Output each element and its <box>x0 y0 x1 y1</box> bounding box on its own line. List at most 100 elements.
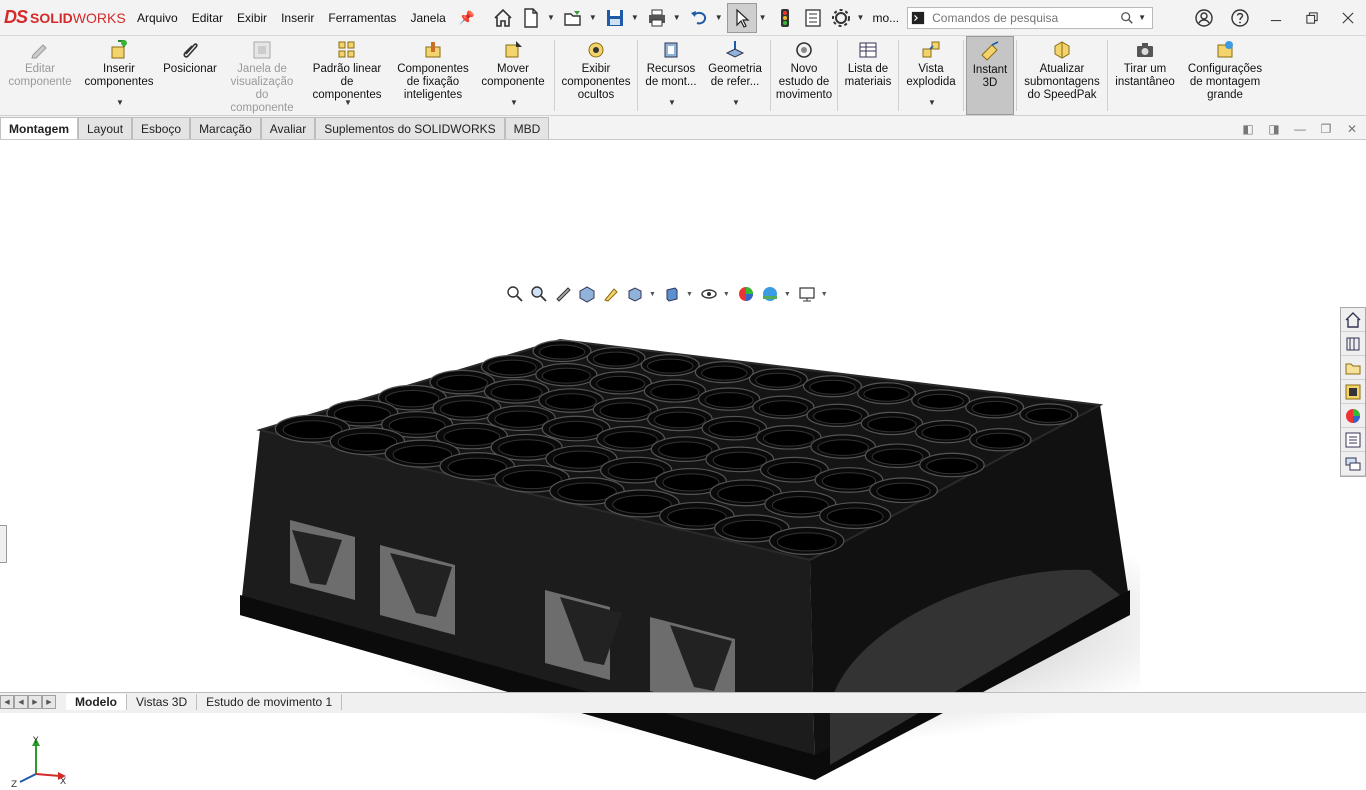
component-preview-window-button[interactable]: Janela de visualização do componente <box>222 36 302 115</box>
tab-modelo[interactable]: Modelo <box>66 693 127 710</box>
reference-geometry-dropdown-arrow[interactable]: ▼ <box>732 96 740 109</box>
tp-design-library[interactable] <box>1341 332 1365 356</box>
new-dropdown-arrow[interactable]: ▼ <box>547 13 555 22</box>
account-button[interactable] <box>1186 0 1222 36</box>
tab-marcacao[interactable]: Marcação <box>190 117 261 139</box>
menu-ferramentas[interactable]: Ferramentas <box>321 0 403 36</box>
file-properties-button[interactable] <box>799 3 827 33</box>
bill-of-materials-button[interactable]: Lista de materiais <box>840 36 896 115</box>
search-dropdown-arrow[interactable]: ▼ <box>1138 13 1152 22</box>
edit-appearance-icon[interactable] <box>736 284 756 304</box>
help-button[interactable] <box>1222 0 1258 36</box>
zoom-to-fit-icon[interactable] <box>505 284 525 304</box>
view-orientation-icon[interactable] <box>625 284 645 304</box>
edit-component-button[interactable]: Editar componente <box>0 36 80 115</box>
new-motion-study-button[interactable]: Novo estudo de movimento <box>773 36 835 115</box>
tp-appearances[interactable] <box>1341 404 1365 428</box>
doc-minimize-icon[interactable]: — <box>1292 122 1308 136</box>
doc-restore-icon[interactable]: ❐ <box>1318 122 1334 136</box>
view-settings-dropdown-arrow[interactable]: ▼ <box>821 291 828 298</box>
menu-exibir[interactable]: Exibir <box>230 0 274 36</box>
save-button[interactable] <box>601 3 629 33</box>
show-hidden-components-button[interactable]: Exibir componentes ocultos <box>557 36 635 115</box>
hide-show-items-icon[interactable] <box>699 284 719 304</box>
search-input[interactable] <box>928 10 1117 25</box>
display-style-icon[interactable] <box>662 284 682 304</box>
view-orientation-dropdown-arrow[interactable]: ▼ <box>649 291 656 298</box>
zoom-to-area-icon[interactable] <box>529 284 549 304</box>
linear-pattern-dropdown-arrow[interactable]: ▼ <box>344 96 352 109</box>
save-dropdown-arrow[interactable]: ▼ <box>631 13 639 22</box>
linear-component-pattern-button[interactable]: Padrão linear de componentes ▼ <box>302 36 392 115</box>
restore-button[interactable] <box>1294 0 1330 36</box>
feature-manager-toggle-handle[interactable] <box>0 525 7 563</box>
nav-prev-icon[interactable]: ◀ <box>14 694 28 709</box>
menu-editar[interactable]: Editar <box>185 0 230 36</box>
smart-fasteners-button[interactable]: Componentes de fixação inteligentes <box>392 36 474 115</box>
nav-last-icon[interactable]: ▶ <box>42 694 56 709</box>
home-button[interactable] <box>489 3 517 33</box>
instant-3d-button[interactable]: Instant 3D <box>966 36 1014 115</box>
open-button[interactable] <box>559 3 587 33</box>
pin-menu-icon[interactable]: 📌 <box>453 10 481 26</box>
assembly-features-button[interactable]: Recursos de mont... ▼ <box>640 36 702 115</box>
minimize-button[interactable] <box>1258 0 1294 36</box>
reference-geometry-button[interactable]: Geometria de refer... ▼ <box>702 36 768 115</box>
tab-avaliar[interactable]: Avaliar <box>260 117 316 139</box>
new-document-button[interactable] <box>517 3 545 33</box>
print-dropdown-arrow[interactable]: ▼ <box>673 13 681 22</box>
tp-custom-properties[interactable] <box>1341 428 1365 452</box>
tab-mbd[interactable]: MBD <box>504 117 550 139</box>
mate-button[interactable]: Posicionar <box>158 36 222 115</box>
options-dropdown-arrow[interactable]: ▼ <box>857 13 865 22</box>
tp-file-explorer[interactable] <box>1341 356 1365 380</box>
undo-dropdown-arrow[interactable]: ▼ <box>715 13 723 22</box>
nav-first-icon[interactable]: ◀ <box>0 694 14 709</box>
menu-arquivo[interactable]: Arquivo <box>130 0 185 36</box>
nav-next-icon[interactable]: ▶ <box>28 694 42 709</box>
tab-vistas-3d[interactable]: Vistas 3D <box>127 693 198 710</box>
tab-suplementos[interactable]: Suplementos do SOLIDWORKS <box>315 117 505 139</box>
options-button[interactable] <box>827 3 855 33</box>
update-speedpak-button[interactable]: Atualizar submontagens do SpeedPak <box>1019 36 1105 115</box>
tab-layout[interactable]: Layout <box>78 117 133 139</box>
tab-montagem[interactable]: Montagem <box>0 117 78 139</box>
insert-components-button[interactable]: Inserir componentes ▼ <box>80 36 158 115</box>
rebuild-button[interactable] <box>771 3 799 33</box>
tp-view-palette[interactable] <box>1341 380 1365 404</box>
solidworks-logo[interactable]: DS SOLIDWORKS <box>0 0 130 36</box>
menu-inserir[interactable]: Inserir <box>274 0 321 36</box>
search-icon[interactable] <box>1116 11 1138 25</box>
close-button[interactable] <box>1330 0 1366 36</box>
tp-forum[interactable] <box>1341 452 1365 476</box>
doc-next-icon[interactable]: ◨ <box>1266 122 1282 136</box>
tab-esboco[interactable]: Esboço <box>132 117 191 139</box>
apply-scene-dropdown-arrow[interactable]: ▼ <box>784 291 791 298</box>
view-settings-icon[interactable] <box>797 284 817 304</box>
doc-close-icon[interactable]: ✕ <box>1344 122 1360 136</box>
select-dropdown-arrow[interactable]: ▼ <box>759 13 767 22</box>
hide-show-dropdown-arrow[interactable]: ▼ <box>723 291 730 298</box>
dynamic-annotation-icon[interactable] <box>601 284 621 304</box>
doc-prev-icon[interactable]: ◧ <box>1240 122 1256 136</box>
print-button[interactable] <box>643 3 671 33</box>
undo-button[interactable] <box>685 3 713 33</box>
seed-tray-model[interactable] <box>230 325 1140 785</box>
assembly-features-dropdown-arrow[interactable]: ▼ <box>668 96 676 109</box>
move-component-button[interactable]: Mover componente ▼ <box>474 36 552 115</box>
exploded-view-button[interactable]: Vista explodida ▼ <box>901 36 961 115</box>
tab-estudo-movimento[interactable]: Estudo de movimento 1 <box>197 693 343 710</box>
menu-janela[interactable]: Janela <box>403 0 452 36</box>
display-style-dropdown-arrow[interactable]: ▼ <box>686 291 693 298</box>
tp-home[interactable] <box>1341 308 1365 332</box>
open-dropdown-arrow[interactable]: ▼ <box>589 13 597 22</box>
insert-components-dropdown-arrow[interactable]: ▼ <box>116 96 124 109</box>
take-snapshot-button[interactable]: Tirar um instantâneo <box>1110 36 1180 115</box>
previous-view-icon[interactable] <box>553 284 573 304</box>
exploded-view-dropdown-arrow[interactable]: ▼ <box>928 96 936 109</box>
move-component-dropdown-arrow[interactable]: ▼ <box>510 96 518 109</box>
section-view-icon[interactable] <box>577 284 597 304</box>
graphics-area[interactable]: ▼ ▼ ▼ ▼ ▼ Y X Z <box>0 140 1366 790</box>
select-button[interactable] <box>726 2 757 33</box>
more-commands-label[interactable]: mo... <box>868 11 903 25</box>
